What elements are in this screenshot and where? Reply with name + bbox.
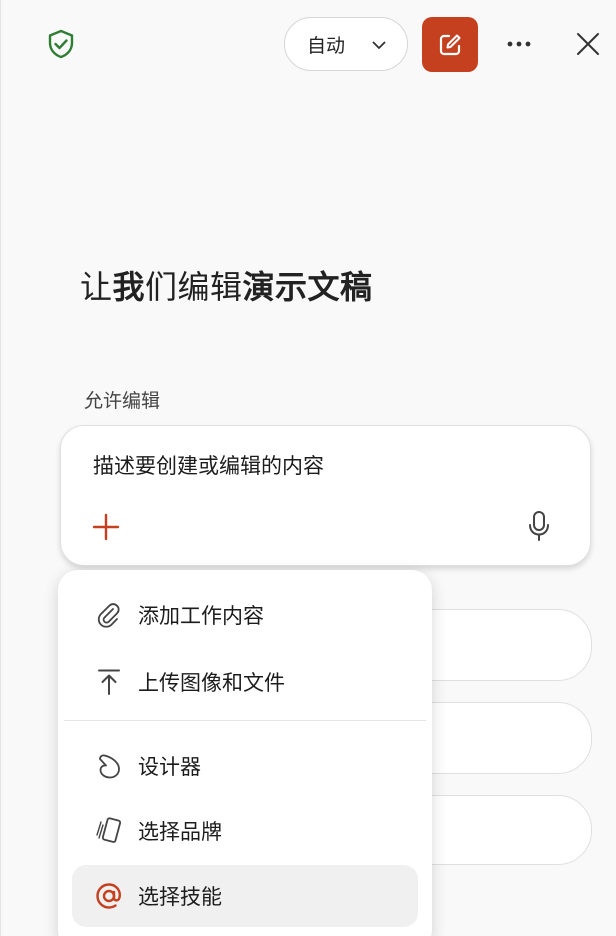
page-title: 让我们编辑演示文稿	[80, 262, 373, 308]
shield-check-icon[interactable]	[45, 28, 77, 60]
menu-item-label: 设计器	[138, 755, 201, 779]
add-icon[interactable]	[91, 512, 121, 542]
menu-item-select-brand[interactable]: 选择品牌	[72, 800, 418, 862]
menu-item-add-work-content[interactable]: 添加工作内容	[72, 584, 418, 646]
prompt-placeholder: 描述要创建或编辑的内容	[93, 454, 324, 478]
title-part: 让	[80, 268, 113, 306]
menu-item-designer[interactable]: 设计器	[72, 735, 418, 797]
mode-dropdown-value: 自动	[307, 34, 346, 57]
title-part: 我	[112, 268, 146, 306]
attach-menu: 添加工作内容 上传图像和文件 设计器 选择品牌 选择技能	[58, 570, 432, 936]
menu-item-label: 上传图像和文件	[138, 671, 285, 695]
new-chat-button[interactable]	[422, 17, 478, 72]
allow-edit-label: 允许编辑	[84, 390, 161, 412]
menu-item-label: 添加工作内容	[138, 604, 264, 628]
prompt-input[interactable]: 描述要创建或编辑的内容	[60, 425, 591, 566]
title-part: 们编辑	[145, 268, 243, 306]
panel-border	[0, 0, 1, 936]
menu-item-upload[interactable]: 上传图像和文件	[72, 651, 418, 713]
mode-dropdown[interactable]: 自动	[284, 17, 408, 71]
title-part: 演示文稿	[242, 268, 373, 306]
compose-icon	[439, 34, 461, 55]
more-horizontal-icon	[507, 41, 531, 47]
menu-item-label: 选择技能	[138, 885, 222, 909]
more-options-button[interactable]	[502, 30, 536, 58]
microphone-icon[interactable]	[527, 510, 551, 542]
paperclip-icon	[97, 603, 120, 628]
menu-item-select-skill[interactable]: 选择技能	[72, 865, 418, 927]
upload-icon	[98, 669, 120, 695]
menu-divider	[64, 720, 426, 721]
at-icon	[96, 883, 121, 909]
menu-item-label: 选择品牌	[138, 820, 222, 844]
chevron-down-icon	[372, 41, 386, 49]
brand-icon	[96, 817, 122, 843]
designer-icon	[99, 754, 120, 779]
close-icon[interactable]	[574, 30, 602, 58]
